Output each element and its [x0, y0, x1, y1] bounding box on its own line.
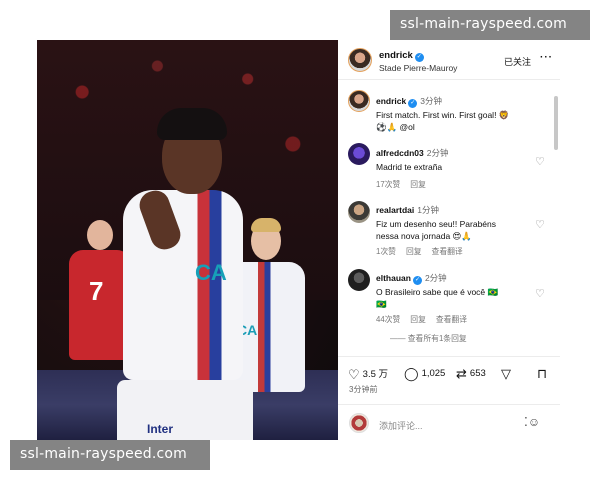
comment-likes[interactable]: 44次赞: [376, 315, 400, 324]
comment-item: realartdai 1分钟 Fiz um desenho seu!! Parab…: [376, 200, 536, 257]
ellipsis-icon[interactable]: ···: [540, 52, 553, 63]
location-link[interactable]: Stade Pierre-Mauroy: [379, 63, 457, 73]
verified-icon: ✓: [408, 99, 418, 108]
heart-icon[interactable]: ♡: [535, 155, 545, 168]
reply-button[interactable]: 回复: [406, 247, 422, 256]
heart-icon: ♡: [348, 367, 360, 382]
reposts-count: 653: [469, 368, 486, 379]
translate-link[interactable]: 查看翻译: [432, 247, 463, 256]
likes-count: 3.5 万: [362, 369, 389, 380]
avatar[interactable]: [348, 48, 372, 72]
author-name[interactable]: endrick ✓: [379, 50, 424, 62]
comment-username[interactable]: elthauan: [376, 273, 411, 283]
comment-text: 🇧🇷: [376, 299, 387, 309]
main-sponsor: CA: [195, 260, 227, 285]
caption: endrick ✓ 3分钟 First match. First win. Firs…: [376, 91, 548, 133]
avatar[interactable]: [348, 143, 370, 165]
heart-icon[interactable]: ♡: [535, 218, 545, 231]
verified-icon: ✓: [414, 53, 424, 62]
verified-icon: ✓: [412, 276, 422, 285]
main-player: CA Inter: [117, 190, 253, 440]
comment-username[interactable]: alfredcdn03: [376, 148, 424, 158]
comment-time: 2分钟: [426, 148, 449, 158]
shorts-sponsor: Inter: [147, 422, 174, 436]
comment-item: elthauan ✓ 2分钟 O Brasileiro sabe que é voc…: [376, 268, 536, 325]
comment-composer: 添加评论... ⁚☺: [338, 404, 560, 440]
author-username[interactable]: endrick: [379, 50, 413, 61]
caption-username[interactable]: endrick: [376, 96, 406, 106]
follow-button[interactable]: 已关注: [504, 55, 531, 68]
comment-time: 2分钟: [424, 273, 447, 283]
post-photo[interactable]: 7 CA CA Inter ›: [37, 40, 338, 440]
comment-input[interactable]: 添加评论...: [379, 419, 423, 432]
comment-text: Fiz um desenho seu!! Parabéns: [376, 219, 497, 229]
opponent-player: 7: [69, 220, 131, 360]
comment-likes[interactable]: 1次赞: [376, 247, 396, 256]
heart-icon[interactable]: ♡: [535, 287, 545, 300]
repost-button[interactable]: ⇄ 653: [456, 366, 486, 382]
comments-scrollbar[interactable]: [554, 96, 558, 150]
translate-link[interactable]: 查看翻译: [436, 315, 467, 324]
caption-avatar[interactable]: [348, 90, 370, 112]
watermark-top: ssl-main-rayspeed.com: [390, 10, 590, 40]
comment-item: alfredcdn03 2分钟 Madrid te extraña 17次赞 回复: [376, 143, 536, 190]
comment-icon: ◯: [404, 366, 419, 381]
comments-count: 1,025: [421, 368, 446, 379]
back-number: 7: [89, 276, 104, 306]
watermark-bottom: ssl-main-rayspeed.com: [10, 440, 210, 470]
comment-time: 1分钟: [417, 205, 440, 215]
posted-ago: 3分钟前: [349, 385, 378, 394]
reply-button[interactable]: 回复: [410, 180, 426, 189]
like-button[interactable]: ♡ 3.5 万: [348, 366, 388, 383]
comment-button[interactable]: ◯ 1,025: [404, 366, 445, 382]
avatar[interactable]: [348, 201, 370, 223]
comment-text: O Brasileiro sabe que é você 🇧🇷: [376, 287, 499, 297]
avatar[interactable]: [348, 269, 370, 291]
comment-username[interactable]: realartdai: [376, 205, 414, 215]
bookmark-icon[interactable]: ⊓: [537, 366, 550, 382]
caption-text-line2: ⚽️🙏 @ol: [376, 122, 415, 132]
comment-text: Madrid te extraña: [376, 162, 443, 172]
repost-icon: ⇄: [456, 366, 467, 381]
emoji-icon[interactable]: ⁚☺: [524, 415, 540, 429]
comment-text: nessa nova jornada 😍🙏: [376, 231, 472, 241]
caption-time: 3分钟: [420, 96, 442, 106]
reply-button[interactable]: 回复: [410, 315, 426, 324]
caption-text-line1: First match. First win. First goal! 🦁: [376, 110, 510, 120]
avatar: [349, 413, 369, 433]
post-actions: ♡ 3.5 万 ◯ 1,025 ⇄ 653 ▽ ⊓: [338, 356, 560, 382]
share-icon[interactable]: ▽: [501, 366, 514, 382]
player-hair: [157, 108, 227, 140]
view-all-replies[interactable]: —— 查看所有1条回复: [390, 333, 467, 344]
post-header: endrick ✓ Stade Pierre-Mauroy 已关注 ···: [338, 40, 560, 80]
post-panel: endrick ✓ Stade Pierre-Mauroy 已关注 ··· end…: [338, 40, 560, 440]
comment-likes[interactable]: 17次赞: [376, 180, 400, 189]
